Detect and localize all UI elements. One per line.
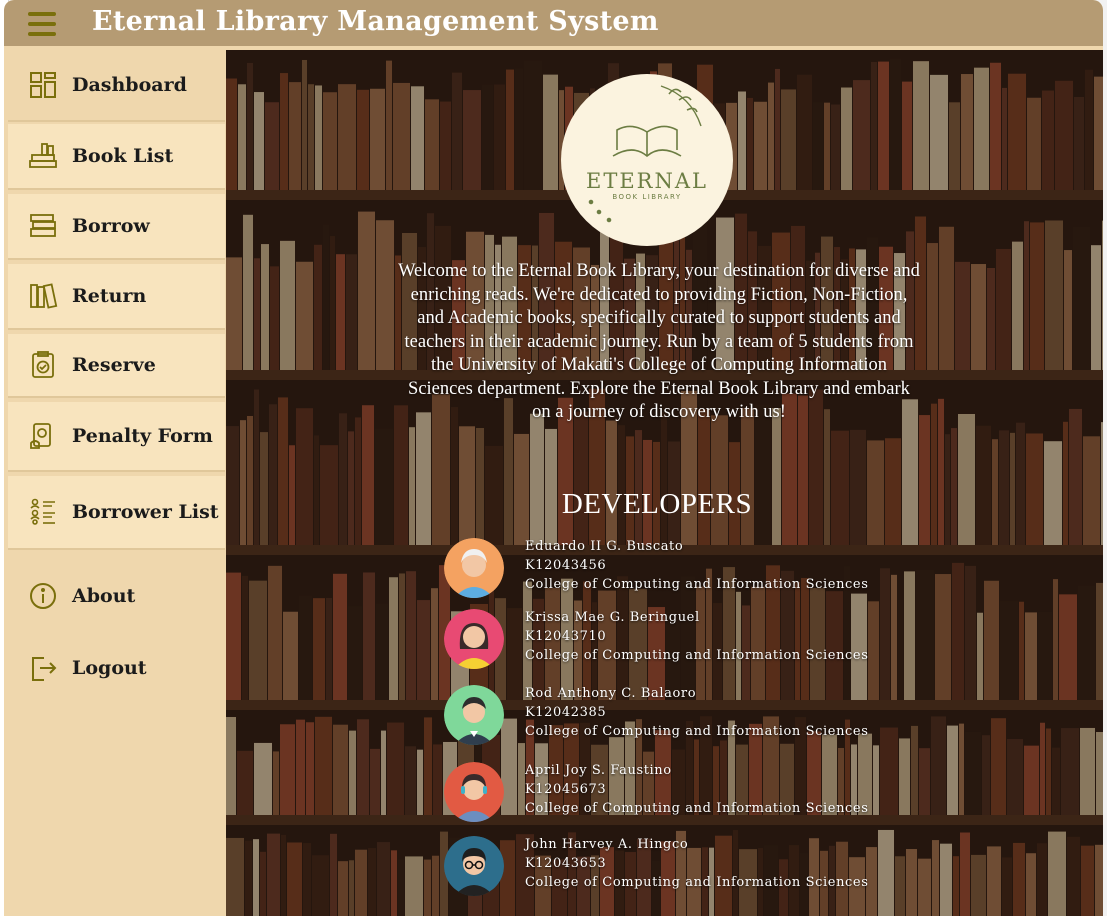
borrow-books-icon bbox=[30, 214, 56, 237]
sidebar-item-label: Return bbox=[72, 285, 147, 307]
book-stack-icon bbox=[29, 143, 57, 168]
developer-avatar-icon bbox=[444, 538, 504, 598]
sidebar-item-penalty-form[interactable]: Penalty Form bbox=[8, 402, 225, 470]
logout-icon bbox=[32, 657, 57, 681]
sidebar-item-label: Borrow bbox=[72, 215, 150, 237]
developer-name: Rod Anthony C. Balaoro bbox=[525, 686, 697, 701]
developer-card: Rod Anthony C. Balaoro K12042385 College… bbox=[444, 685, 1084, 749]
sidebar-item-label: Reserve bbox=[72, 354, 156, 376]
sidebar-item-label: Dashboard bbox=[72, 74, 187, 96]
developer-id: K12042385 bbox=[525, 705, 607, 720]
intro-paragraph: Welcome to the Eternal Book Library, you… bbox=[398, 261, 920, 422]
sidebar-item-label: Borrower List bbox=[72, 501, 219, 523]
title-bar: Eternal Library Management System bbox=[4, 0, 1103, 46]
eternal-logo: ETERNAL BOOK LIBRARY bbox=[561, 74, 733, 246]
sidebar-item-label: About bbox=[72, 585, 136, 607]
developer-name: Krissa Mae G. Beringuel bbox=[525, 610, 700, 625]
developer-id: K12045673 bbox=[525, 782, 607, 797]
sidebar-item-borrower-list[interactable]: Borrower List bbox=[8, 476, 225, 548]
developer-college: College of Computing and Information Sci… bbox=[525, 648, 869, 663]
app-title: Eternal Library Management System bbox=[92, 6, 659, 37]
sidebar-item-logout[interactable]: Logout bbox=[8, 638, 225, 698]
logo-subtitle: BOOK LIBRARY bbox=[612, 193, 682, 201]
return-books-icon bbox=[30, 283, 58, 309]
sidebar: Dashboard Book List Borrow Return Reserv… bbox=[4, 46, 225, 916]
developer-name: Eduardo II G. Buscato bbox=[525, 539, 684, 554]
developer-college: College of Computing and Information Sci… bbox=[525, 577, 869, 592]
developer-name: John Harvey A. Hingco bbox=[525, 837, 689, 852]
hamburger-menu-icon[interactable] bbox=[28, 12, 58, 38]
developer-card: Eduardo II G. Buscato K12043456 College … bbox=[444, 538, 1084, 602]
developer-avatar-icon bbox=[444, 762, 504, 822]
about-panel: ETERNAL BOOK LIBRARY Welcome to the Eter… bbox=[226, 50, 1103, 916]
developer-id: K12043653 bbox=[525, 856, 607, 871]
developer-id: K12043710 bbox=[525, 629, 607, 644]
developer-avatar-icon bbox=[444, 685, 504, 745]
open-book-logo-icon bbox=[588, 85, 702, 223]
sidebar-item-dashboard[interactable]: Dashboard bbox=[8, 50, 225, 120]
sidebar-item-label: Logout bbox=[72, 657, 147, 679]
sidebar-item-reserve[interactable]: Reserve bbox=[8, 334, 225, 396]
info-icon bbox=[30, 583, 56, 609]
sidebar-item-return[interactable]: Return bbox=[8, 264, 225, 328]
sidebar-item-label: Book List bbox=[72, 145, 174, 167]
sidebar-item-borrow[interactable]: Borrow bbox=[8, 194, 225, 258]
developer-avatar-icon bbox=[444, 609, 504, 669]
developer-id: K12043456 bbox=[525, 558, 607, 573]
developer-college: College of Computing and Information Sci… bbox=[525, 801, 869, 816]
developer-avatar-icon bbox=[444, 836, 504, 896]
developer-card: John Harvey A. Hingco K12043653 College … bbox=[444, 836, 1084, 900]
logo-wordmark: ETERNAL bbox=[586, 169, 708, 193]
penalty-form-icon bbox=[30, 423, 51, 449]
developer-card: Krissa Mae G. Beringuel K12043710 Colleg… bbox=[444, 609, 1084, 673]
developers-heading: DEVELOPERS bbox=[561, 488, 753, 520]
developer-card: April Joy S. Faustino K12045673 College … bbox=[444, 762, 1084, 826]
developer-college: College of Computing and Information Sci… bbox=[525, 875, 869, 890]
reserve-clipboard-icon bbox=[32, 351, 54, 378]
sidebar-item-about[interactable]: About bbox=[8, 566, 225, 626]
sidebar-item-book-list[interactable]: Book List bbox=[8, 124, 225, 188]
sidebar-item-label: Penalty Form bbox=[72, 425, 213, 447]
developer-name: April Joy S. Faustino bbox=[525, 763, 672, 778]
developer-college: College of Computing and Information Sci… bbox=[525, 724, 869, 739]
dashboard-grid-icon bbox=[30, 72, 56, 98]
app-window: Eternal Library Management System Dashbo… bbox=[4, 0, 1103, 916]
borrower-list-icon bbox=[30, 498, 55, 525]
